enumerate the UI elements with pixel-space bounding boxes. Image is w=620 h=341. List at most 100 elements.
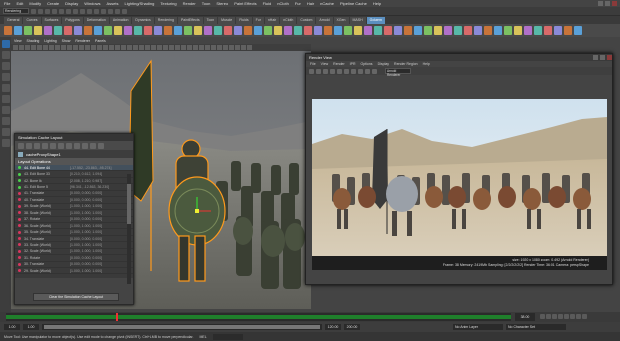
alpha-channel-icon[interactable] — [351, 68, 356, 74]
shelf-tool-icon[interactable] — [324, 26, 332, 35]
go-to-start-icon[interactable] — [540, 314, 545, 319]
shelf-tab[interactable]: nHair — [264, 17, 280, 24]
shelf-tool-icon[interactable] — [244, 26, 252, 35]
menu-set-select[interactable]: Rendering — [3, 8, 29, 14]
viewport-toolbar-icon[interactable] — [85, 45, 90, 50]
redo-render-icon[interactable] — [309, 68, 314, 74]
shelf-tool-icon[interactable] — [214, 26, 222, 35]
refresh-ipr-icon[interactable] — [337, 68, 342, 74]
viewport-toolbar-icon[interactable] — [193, 45, 198, 50]
shelf-tool-icon[interactable] — [174, 26, 182, 35]
shelf-tool-icon[interactable] — [164, 26, 172, 35]
viewport-toolbar-icon[interactable] — [169, 45, 174, 50]
shelf-tab[interactable]: PaintEffects — [177, 17, 203, 24]
shelf-tab[interactable]: Rendering — [154, 17, 177, 24]
shelf-tool-icon[interactable] — [484, 26, 492, 35]
menu-item[interactable]: Texturing — [160, 1, 176, 6]
viewport-toolbar-icon[interactable] — [175, 45, 180, 50]
menu-item[interactable]: Fur — [295, 1, 301, 6]
select-tool-icon[interactable] — [1, 40, 10, 48]
current-frame-field[interactable]: 38.00 — [515, 313, 535, 321]
scrollbar-thumb[interactable] — [127, 184, 131, 224]
render-region-icon[interactable] — [316, 68, 321, 74]
shelf-tool-icon[interactable] — [524, 26, 532, 35]
shelf-tool-icon[interactable] — [574, 26, 582, 35]
shelf-tab[interactable]: General — [4, 17, 23, 24]
shelf-tab[interactable]: Fur — [252, 17, 264, 24]
single-view-icon[interactable] — [1, 117, 10, 125]
shelf-tool-icon[interactable] — [114, 26, 122, 35]
shelf-tab[interactable]: Custom — [297, 17, 316, 24]
viewport-toolbar-icon[interactable] — [121, 45, 126, 50]
snapshot-icon[interactable] — [323, 68, 328, 74]
menu-item[interactable]: Display — [65, 1, 78, 6]
four-view-icon[interactable] — [1, 128, 10, 136]
shelf-tab[interactable]: Arnold — [316, 17, 333, 24]
menu-item[interactable]: Modify — [29, 1, 41, 6]
viewport-toolbar-icon[interactable] — [79, 45, 84, 50]
viewport-toolbar-icon[interactable] — [115, 45, 120, 50]
menu-item[interactable]: Paint Effects — [234, 1, 256, 6]
maximize-icon[interactable] — [605, 1, 610, 6]
shelf-tool-icon[interactable] — [264, 26, 272, 35]
viewport-toolbar-icon[interactable] — [31, 45, 36, 50]
shelf-tool-icon[interactable] — [534, 26, 542, 35]
menu-item[interactable]: Help — [423, 62, 430, 66]
shelf-tool-icon[interactable] — [134, 26, 142, 35]
move-tool-icon[interactable] — [1, 73, 10, 81]
shelf-tab[interactable]: Surfaces — [41, 17, 62, 24]
shelf-tab[interactable]: Muscle — [218, 17, 236, 24]
shelf-tool-icon[interactable] — [544, 26, 552, 35]
shelf-tool-icon[interactable] — [64, 26, 72, 35]
anim-start-field[interactable]: 1.00 — [4, 324, 20, 330]
shelf-tool-icon[interactable] — [4, 26, 12, 35]
menu-item[interactable]: Hair — [307, 1, 314, 6]
paint-select-icon[interactable] — [1, 62, 10, 70]
play-backward-icon[interactable] — [558, 314, 563, 319]
viewport-toolbar-icon[interactable] — [43, 45, 48, 50]
shelf-tab[interactable]: XGen — [333, 17, 349, 24]
shelf-tool-icon[interactable] — [404, 26, 412, 35]
viewport-toolbar-icon[interactable] — [67, 45, 72, 50]
shelf-tool-icon[interactable] — [504, 26, 512, 35]
ik-icon[interactable] — [58, 142, 64, 149]
menu-item[interactable]: View — [321, 62, 329, 66]
viewport-toolbar-icon[interactable] — [157, 45, 162, 50]
shelf-tab[interactable]: Fluids — [236, 17, 252, 24]
shelf-tool-icon[interactable] — [104, 26, 112, 35]
redo-icon[interactable] — [59, 8, 64, 14]
menu-item[interactable]: Lighting/Shading — [125, 1, 155, 6]
viewport-toolbar-icon[interactable] — [205, 45, 210, 50]
viewport-menu-item[interactable]: Lighting — [44, 39, 56, 43]
go-to-end-icon[interactable] — [582, 314, 587, 319]
shelf-tool-icon[interactable] — [344, 26, 352, 35]
shelf-tab[interactable]: Animation — [109, 17, 132, 24]
shelf-tool-icon[interactable] — [354, 26, 362, 35]
viewport-toolbar-icon[interactable] — [217, 45, 222, 50]
menu-item[interactable]: Toon — [202, 1, 211, 6]
shelf-tool-icon[interactable] — [274, 26, 282, 35]
real-size-icon[interactable] — [358, 68, 363, 74]
viewport-toolbar-icon[interactable] — [199, 45, 204, 50]
shelf-tool-icon[interactable] — [14, 26, 22, 35]
save-scene-icon[interactable] — [45, 8, 50, 14]
viewport-toolbar-icon[interactable] — [73, 45, 78, 50]
shelf-tool-icon[interactable] — [334, 26, 342, 35]
viewport-toolbar-icon[interactable] — [61, 45, 66, 50]
select-object-icon[interactable] — [73, 8, 78, 14]
viewport-toolbar-icon[interactable] — [187, 45, 192, 50]
shelf-tab[interactable]: Curves — [23, 17, 41, 24]
undo-icon[interactable] — [52, 8, 57, 14]
snap-curve-icon[interactable] — [94, 8, 99, 14]
menu-item[interactable]: Render — [183, 1, 196, 6]
viewport-toolbar-icon[interactable] — [229, 45, 234, 50]
shelf-tool-icon[interactable] — [394, 26, 402, 35]
viewport-toolbar-icon[interactable] — [235, 45, 240, 50]
lasso-tool-icon[interactable] — [1, 51, 10, 59]
layout-operations-header[interactable]: Layout Operations — [15, 158, 133, 165]
shelf-tool-icon[interactable] — [144, 26, 152, 35]
shelf-tool-icon[interactable] — [24, 26, 32, 35]
range-slider[interactable] — [42, 324, 322, 330]
shelf-tool-icon[interactable] — [194, 26, 202, 35]
ipr-icon[interactable] — [330, 68, 335, 74]
